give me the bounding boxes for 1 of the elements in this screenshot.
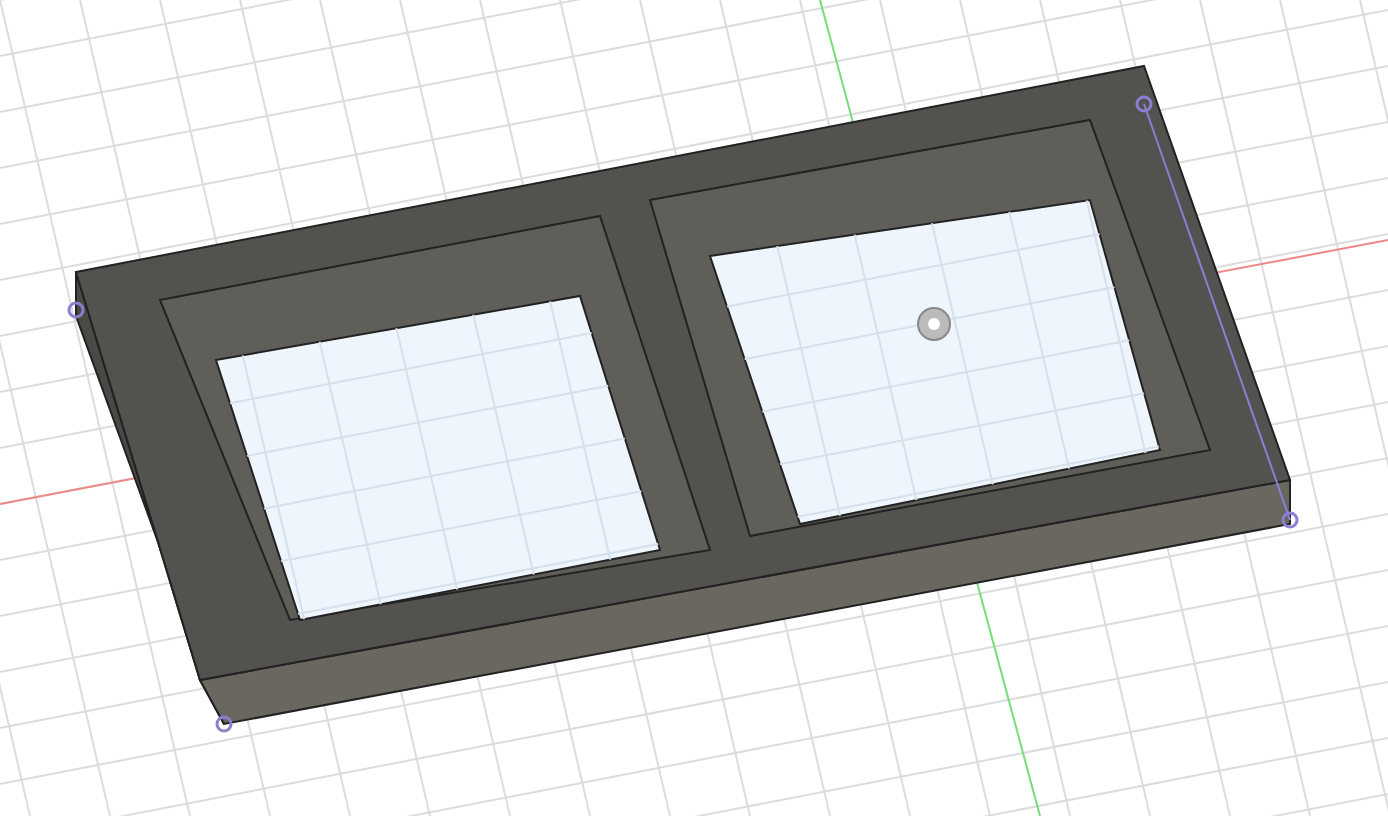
origin-icon: [917, 307, 951, 341]
